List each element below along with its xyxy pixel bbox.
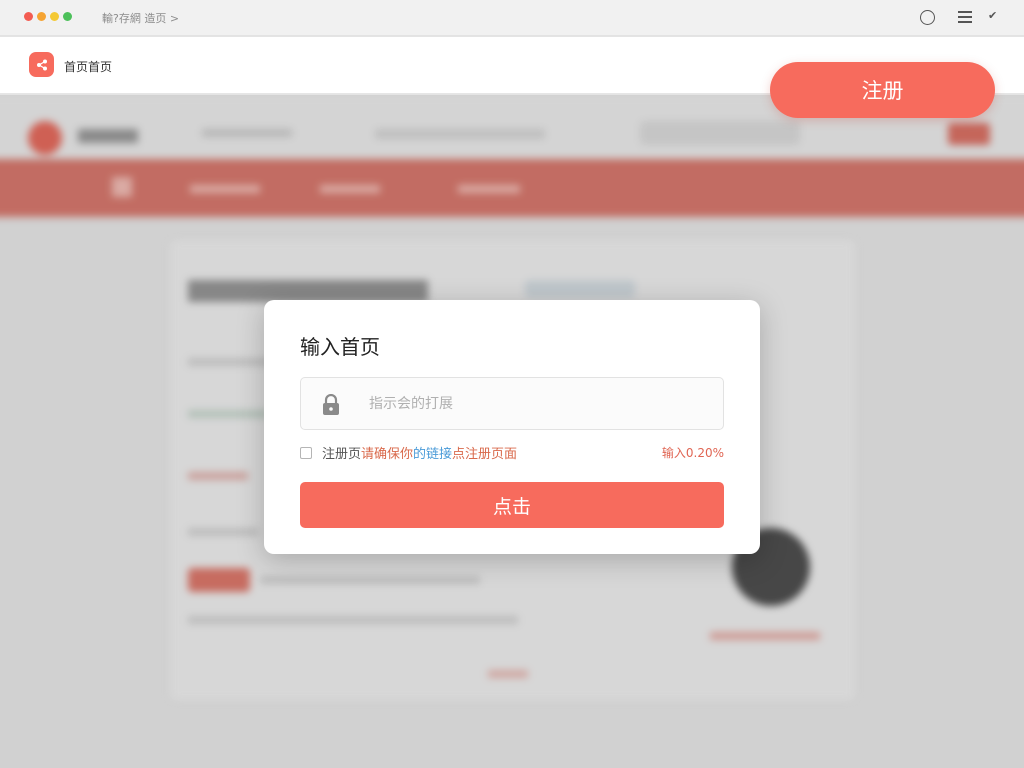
zoom-window-dot[interactable] (50, 12, 59, 21)
circle-icon[interactable] (920, 10, 935, 25)
share-icon (36, 59, 47, 70)
fullscreen-window-dot[interactable] (63, 12, 72, 21)
agree-checkbox[interactable] (300, 446, 312, 459)
modal-title: 输入首页 (300, 335, 380, 359)
app-logo[interactable] (29, 52, 54, 77)
window-titlebar: 輸?存網 造页 > ✔ (0, 0, 1024, 36)
password-input[interactable] (369, 378, 709, 429)
agreement-highlight: 请确保你 (361, 447, 414, 462)
password-field[interactable] (300, 377, 724, 430)
login-modal: 输入首页 注册页请确保你的链接点注册页面 输入0.20% 点击 (264, 300, 760, 554)
rate-note: 输入0.20% (661, 446, 724, 460)
agreement-suffix: 点注册页面 (452, 447, 518, 462)
menu-icon[interactable] (958, 11, 972, 23)
agreement-prefix: 注册页 (322, 447, 362, 462)
lock-icon (323, 394, 339, 415)
breadcrumb[interactable]: 輸?存網 造页 > (102, 10, 179, 26)
close-window-dot[interactable] (24, 12, 33, 21)
agreement-row: 注册页请确保你的链接点注册页面 (300, 443, 517, 462)
register-button[interactable]: 注册 (770, 62, 995, 118)
agreement-text: 注册页请确保你的链接点注册页面 (322, 443, 517, 462)
submit-button[interactable]: 点击 (300, 482, 724, 528)
minimize-window-dot[interactable] (37, 12, 46, 21)
window-controls (24, 12, 72, 21)
checkmark-icon[interactable]: ✔ (988, 9, 997, 22)
page-title: 首页首页 (64, 60, 113, 74)
agreement-link[interactable]: 的链接 (413, 447, 452, 462)
